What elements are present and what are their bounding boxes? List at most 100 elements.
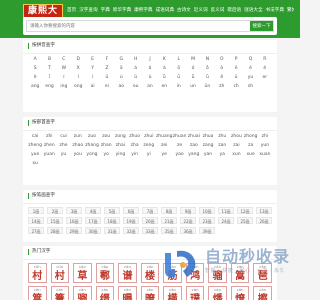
stroke-count-link[interactable]: 39画 (199, 227, 215, 234)
stroke-count-link[interactable]: 12画 (237, 207, 253, 214)
pinyin-letter-link[interactable]: ǎ (143, 66, 157, 72)
pinyin-letter-link[interactable]: í (57, 75, 71, 81)
hot-char-card[interactable]: cǎn 缙 (95, 286, 115, 300)
pinyin-letter-link[interactable]: H (128, 57, 142, 63)
nav-link[interactable]: 谜语大全 (244, 6, 262, 16)
pinyin-syllable-link[interactable]: yo (99, 152, 113, 158)
pinyin-syllable-link[interactable]: xuan (258, 152, 272, 158)
pinyin-letter-link[interactable]: ū (100, 75, 114, 81)
pinyin-letter-link[interactable]: ǜ (200, 75, 214, 81)
stroke-count-link[interactable]: 27画 (28, 227, 44, 234)
pinyin-letter-link[interactable]: è (28, 75, 42, 81)
pinyin-syllable-link[interactable]: zheng (28, 143, 42, 149)
pinyin-syllable-link[interactable]: zhai (113, 143, 127, 149)
site-logo[interactable]: 康熙大全 (23, 4, 63, 28)
pinyin-syllable-link[interactable]: zan (215, 143, 229, 149)
pinyin-letter-link[interactable]: ai (85, 84, 99, 90)
pinyin-letter-link[interactable]: ē (229, 66, 243, 72)
pinyin-letter-link[interactable]: ǖ (157, 75, 171, 81)
pinyin-syllable-link[interactable]: zhuo (128, 134, 142, 140)
pinyin-syllable-link[interactable]: zhan (99, 143, 113, 149)
stroke-count-link[interactable]: 26画 (256, 217, 272, 224)
hot-char-card[interactable]: cūn 村 (28, 263, 47, 283)
pinyin-letter-link[interactable]: an (143, 84, 157, 90)
pinyin-letter-link[interactable]: L (172, 57, 186, 63)
pinyin-letter-link[interactable]: O (215, 57, 229, 63)
pinyin-syllable-link[interactable]: zai (229, 143, 243, 149)
hot-char-card[interactable]: cǎn 篙 (28, 286, 47, 300)
stroke-count-link[interactable]: 30画 (85, 227, 101, 234)
pinyin-syllable-link[interactable]: ze (172, 143, 186, 149)
pinyin-syllable-link[interactable]: xun (229, 152, 243, 158)
pinyin-letter-link[interactable]: F (100, 57, 114, 63)
stroke-count-link[interactable]: 14画 (28, 217, 44, 224)
pinyin-letter-link[interactable]: ǚ (186, 75, 200, 81)
stroke-count-link[interactable]: 4画 (85, 207, 101, 214)
stroke-count-link[interactable]: 25画 (237, 217, 253, 224)
hot-char-card[interactable]: cǎn 篝 (50, 286, 70, 300)
search-input[interactable] (27, 21, 250, 31)
pinyin-letter-link[interactable]: K (157, 57, 171, 63)
stroke-count-link[interactable]: 8画 (161, 207, 177, 214)
pinyin-letter-link[interactable]: ǘ (172, 75, 186, 81)
pinyin-syllable-link[interactable]: yuan (42, 152, 56, 158)
pinyin-syllable-link[interactable]: yun (258, 143, 272, 149)
nav-link[interactable]: 近义词 (194, 6, 208, 16)
pinyin-letter-link[interactable]: ě (258, 66, 272, 72)
pinyin-letter-link[interactable]: X (71, 66, 85, 72)
pinyin-syllable-link[interactable]: zhuang (156, 134, 173, 140)
hot-char-card[interactable]: cǎn 横 (163, 286, 182, 300)
stroke-count-link[interactable]: 33画 (142, 227, 158, 234)
pinyin-letter-link[interactable]: ü (229, 75, 243, 81)
stroke-count-link[interactable]: 15画 (47, 217, 63, 224)
pinyin-syllable-link[interactable]: xue (244, 152, 258, 158)
stroke-count-link[interactable]: 2画 (47, 207, 63, 214)
pinyin-letter-link[interactable]: à (157, 66, 171, 72)
pinyin-letter-link[interactable]: C (57, 57, 71, 63)
stroke-count-link[interactable]: 36画 (180, 227, 196, 234)
pinyin-syllable-link[interactable]: zun (71, 134, 85, 140)
nav-link[interactable]: 书法字典 (266, 6, 284, 16)
pinyin-syllable-link[interactable]: zha (128, 143, 142, 149)
nav-link[interactable]: 古诗文 (177, 6, 191, 16)
nav-link[interactable]: 成语词典 (156, 6, 174, 16)
pinyin-letter-link[interactable]: é (243, 66, 257, 72)
pinyin-letter-link[interactable]: R (258, 57, 272, 63)
stroke-count-link[interactable]: 5画 (104, 207, 120, 214)
nav-link[interactable]: 新华字典 (113, 6, 131, 16)
pinyin-letter-link[interactable]: N (200, 57, 214, 63)
pinyin-letter-link[interactable]: ā (114, 66, 128, 72)
nav-link[interactable]: 汉字查询 (79, 6, 97, 16)
pinyin-syllable-link[interactable]: zhi (42, 134, 56, 140)
pinyin-letter-link[interactable]: Z (100, 66, 114, 72)
nav-link[interactable]: 康熙字典 (134, 6, 152, 16)
pinyin-syllable-link[interactable]: zao (187, 143, 201, 149)
pinyin-syllable-link[interactable]: ye (156, 152, 173, 158)
pinyin-syllable-link[interactable]: zhi (258, 134, 272, 140)
pinyin-syllable-link[interactable]: xu (28, 161, 42, 167)
hot-char-card[interactable]: cūn 村 (50, 263, 70, 283)
pinyin-letter-link[interactable]: ong (71, 84, 85, 90)
pinyin-syllable-link[interactable]: yong (85, 152, 99, 158)
pinyin-letter-link[interactable]: E (85, 57, 99, 63)
pinyin-letter-link[interactable]: T (42, 66, 56, 72)
hot-char-card[interactable]: cǎn 擦 (253, 286, 272, 300)
pinyin-letter-link[interactable]: W (57, 66, 71, 72)
pinyin-letter-link[interactable]: ì (85, 75, 99, 81)
stroke-count-link[interactable]: 16画 (66, 217, 82, 224)
nav-link[interactable]: 繁体字 (287, 6, 294, 16)
pinyin-syllable-link[interactable]: zong (113, 134, 127, 140)
pinyin-syllable-link[interactable]: yin (128, 152, 142, 158)
pinyin-letter-link[interactable]: ou (128, 84, 142, 90)
pinyin-syllable-link[interactable]: ya (215, 152, 229, 158)
pinyin-syllable-link[interactable]: zhen (42, 143, 56, 149)
pinyin-letter-link[interactable]: zh (215, 84, 229, 90)
pinyin-letter-link[interactable]: en (157, 84, 171, 90)
nav-link[interactable]: 歇后语 (227, 6, 241, 16)
hot-char-card[interactable]: cǎn 暸 (140, 286, 160, 300)
pinyin-syllable-link[interactable]: zuo (85, 134, 99, 140)
pinyin-letter-link[interactable]: Y (85, 66, 99, 72)
pinyin-letter-link[interactable]: ù (143, 75, 157, 81)
pinyin-syllable-link[interactable]: zhuai (187, 134, 201, 140)
stroke-count-link[interactable]: 7画 (142, 207, 158, 214)
